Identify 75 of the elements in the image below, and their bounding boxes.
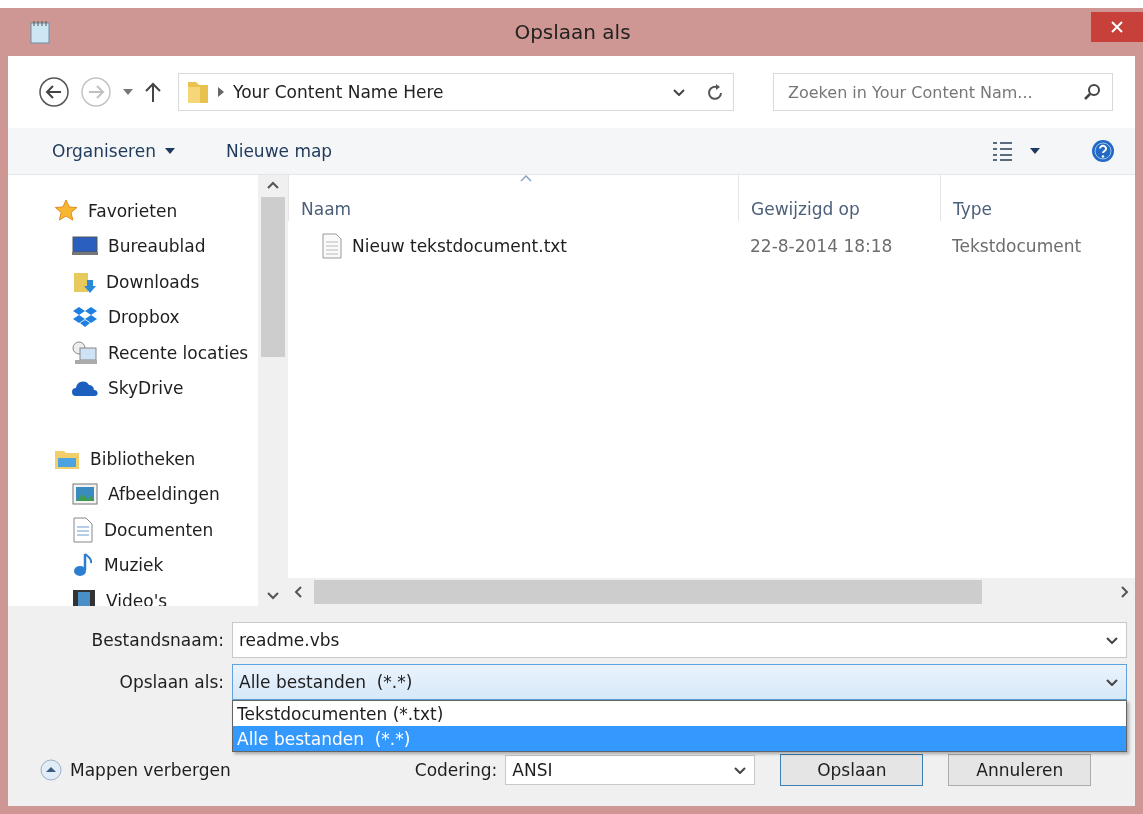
scroll-right-icon	[1121, 586, 1129, 598]
column-header[interactable]: Type	[940, 175, 1135, 221]
help-icon	[1091, 139, 1115, 163]
chevron-down-icon	[734, 766, 747, 774]
monitor-icon	[72, 236, 98, 257]
chevron-down-icon	[1106, 636, 1118, 644]
address-bar[interactable]: Your Content Name Here	[178, 73, 734, 111]
encoding-label: Codering:	[414, 760, 498, 780]
cloud-icon	[72, 379, 98, 398]
organize-button[interactable]: Organiseren	[52, 137, 176, 165]
back-button[interactable]	[38, 76, 70, 108]
sidebar-item[interactable]: Documenten	[54, 512, 258, 548]
music-note-icon	[72, 552, 94, 579]
table-cell: Tekstdocument	[952, 236, 1082, 256]
file-name[interactable]: Nieuw tekstdocument.txt	[352, 236, 568, 256]
help-button[interactable]	[1091, 139, 1115, 163]
vertical-scrollbar[interactable]	[258, 175, 288, 606]
notepad-icon	[30, 20, 50, 44]
view-options-button[interactable]	[991, 140, 1041, 162]
save-as-type-label: Opslaan als:	[118, 672, 225, 692]
sort-caret-icon	[520, 175, 532, 182]
sidebar-item[interactable]: Afbeeldingen	[54, 476, 258, 512]
scrollbar-thumb[interactable]	[314, 580, 982, 604]
collapse-icon	[40, 759, 62, 781]
scroll-left-icon	[294, 586, 302, 598]
recent-places-icon	[72, 340, 98, 365]
sidebar-item[interactable]: Downloads	[54, 264, 258, 300]
column-header[interactable]: Naam	[288, 175, 738, 221]
menu-option[interactable]: Tekstdocumenten (*.txt)	[233, 701, 1126, 726]
horizontal-scrollbar[interactable]	[288, 578, 1135, 606]
address-path: Your Content Name Here	[233, 82, 445, 102]
chevron-down-icon	[673, 88, 685, 96]
hide-folders-button[interactable]: Mappen verbergen	[40, 759, 231, 781]
search-icon	[1084, 83, 1102, 101]
file-type-dropdown[interactable]: Alle bestanden (*.*)	[232, 664, 1127, 700]
search-input[interactable]: Zoeken in Your Content Nam...	[786, 81, 1084, 103]
star-icon	[54, 198, 78, 223]
close-icon	[1110, 20, 1124, 34]
window-title: Opslaan als	[513, 20, 632, 44]
chevron-down-icon	[1106, 678, 1118, 686]
cancel-button[interactable]: Annuleren	[948, 754, 1092, 786]
scroll-down-icon	[267, 592, 279, 600]
new-folder-button[interactable]: Nieuwe map	[225, 137, 333, 165]
picture-icon	[72, 483, 98, 506]
sidebar-item[interactable]: Dropbox	[54, 299, 258, 335]
table-cell: 22-8-2014 18:18	[750, 236, 893, 256]
text-file-icon	[322, 233, 342, 259]
encoding-dropdown[interactable]: ANSI	[505, 755, 756, 785]
filename-label: Bestandsnaam:	[90, 630, 225, 650]
sidebar-item[interactable]: Muziek	[54, 547, 258, 583]
details-view-icon	[991, 140, 1013, 162]
folder-icon	[187, 79, 209, 105]
sidebar-group[interactable]: Bibliotheken	[54, 441, 258, 477]
recent-locations-button[interactable]	[122, 88, 134, 96]
up-arrow-icon	[144, 81, 162, 103]
search-field[interactable]: Zoeken in Your Content Nam...	[773, 73, 1113, 111]
caret-icon	[163, 147, 176, 155]
sidebar-item[interactable]: SkyDrive	[54, 370, 258, 406]
column-header[interactable]: Gewijzigd op	[738, 175, 940, 221]
document-icon	[72, 516, 94, 543]
sidebar-item[interactable]: Bureaublad	[54, 228, 258, 264]
sidebar-item[interactable]: Recente locaties	[54, 335, 258, 371]
scrollbar-thumb[interactable]	[261, 197, 285, 357]
film-icon	[72, 588, 96, 606]
caret-icon	[1029, 147, 1041, 155]
filename-field[interactable]: readme.vbs	[232, 622, 1127, 658]
up-button[interactable]	[144, 81, 162, 103]
refresh-icon	[707, 82, 725, 102]
dropdown-caret-icon	[122, 88, 134, 96]
sidebar-group[interactable]: Favorieten	[54, 193, 258, 229]
save-button[interactable]: Opslaan	[780, 754, 924, 786]
scroll-up-icon	[267, 181, 279, 189]
dropbox-icon	[72, 306, 98, 329]
close-button[interactable]	[1091, 12, 1143, 42]
breadcrumb-arrow-icon	[217, 87, 225, 97]
